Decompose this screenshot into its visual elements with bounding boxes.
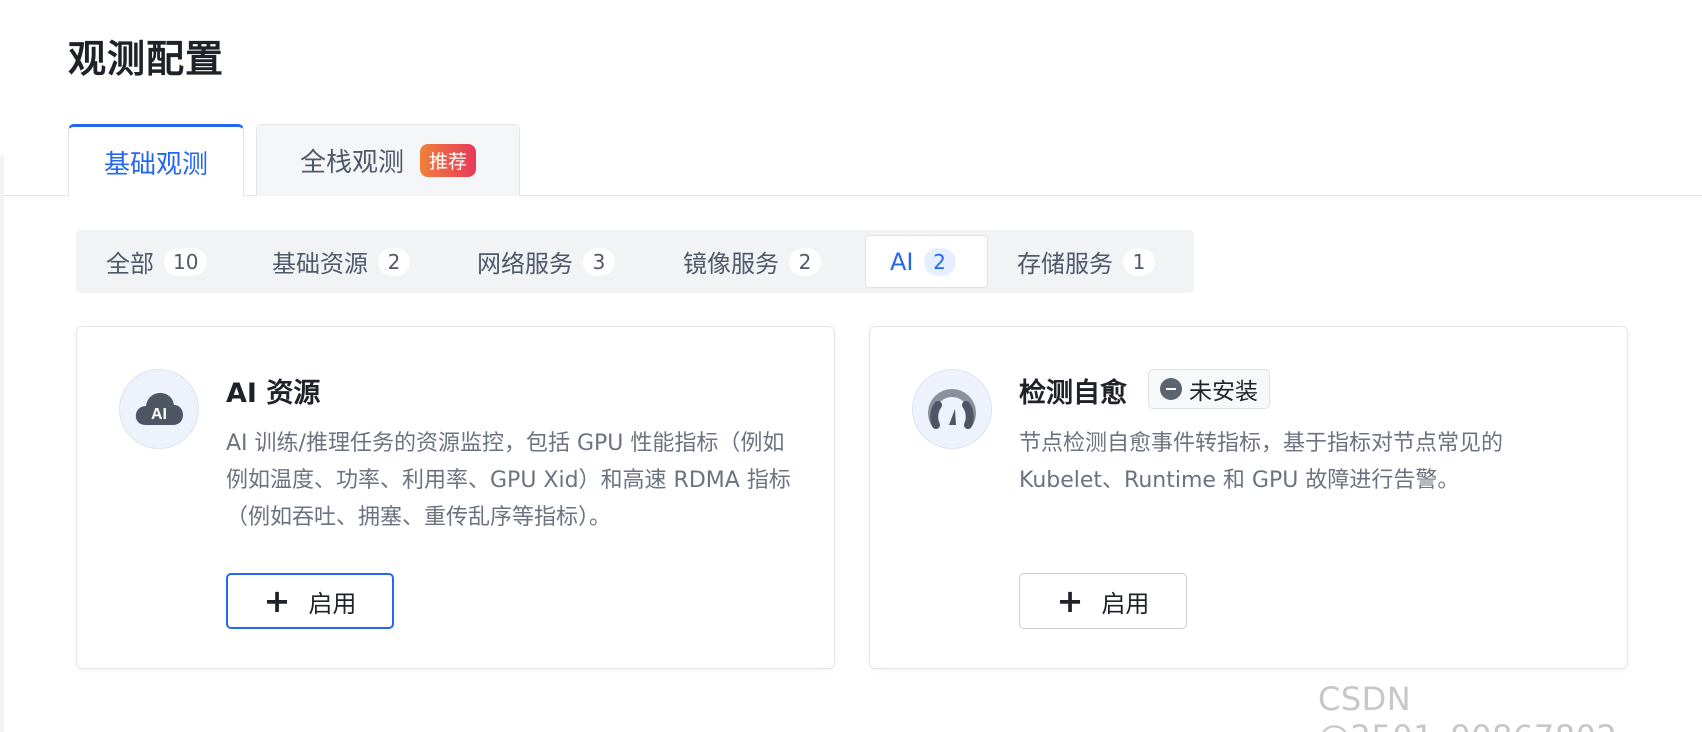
filter-image-services[interactable]: 镜像服务 2 [653,235,837,288]
filter-label: 全部 [106,250,154,278]
filter-label: 网络服务 [477,250,573,278]
card-description: 节点检测自愈事件转指标，基于指标对节点常见的 Kubelet、Runtime 和… [1019,431,1504,493]
enable-button-label: 启用 [308,589,357,618]
enable-button[interactable]: + 启用 [1019,573,1187,629]
card-description: AI 训练/推理任务的资源监控，包括 GPU 性能指标（例如例如温度、功率、利用… [226,431,791,530]
tab-basic-observation[interactable]: 基础观测 [68,124,244,197]
filter-count: 1 [1123,247,1155,276]
filter-network-services[interactable]: 网络服务 3 [447,235,631,288]
plus-icon: + [263,582,291,620]
left-edge-divider [0,155,4,732]
ai-cloud-icon: AI [119,369,199,449]
tab-label: 全栈观测 [299,148,404,178]
filter-count: 2 [378,247,410,276]
filter-storage-services[interactable]: 存储服务 1 [987,235,1171,288]
filter-count: 10 [164,247,208,276]
enable-button[interactable]: + 启用 [226,573,394,629]
minus-circle-icon [1160,378,1182,400]
card-detection-self-healing: 检测自愈 未安装 节点检测自愈事件转指标，基于指标对节点常见的 Kubelet、… [869,326,1628,669]
plus-icon: + [1056,582,1084,620]
enable-button-label: 启用 [1101,589,1150,618]
tab-label: 基础观测 [103,149,208,180]
filter-all[interactable]: 全部 10 [76,235,223,288]
filter-label: 镜像服务 [683,250,779,278]
status-badge: 未安装 [1148,369,1270,409]
filter-ai[interactable]: AI 2 [865,235,988,288]
filter-label: AI [890,247,914,276]
gauge-icon [912,369,992,449]
card-title: 检测自愈 [1019,378,1127,409]
filter-basic-resources[interactable]: 基础资源 2 [242,235,426,288]
tab-full-stack-observation[interactable]: 全栈观测 推荐 [256,124,520,196]
filter-count: 2 [923,247,956,276]
observation-tabs: 基础观测 全栈观测 推荐 [4,124,1702,197]
filter-label: 基础资源 [272,250,368,278]
card-title: AI 资源 [226,378,321,409]
category-filter-bar: 全部 10 基础资源 2 网络服务 3 镜像服务 2 AI 2 存储服务 1 [76,230,1194,293]
status-label: 未安装 [1189,379,1258,405]
watermark: CSDN @2501_90867802 [1318,680,1617,732]
recommended-badge: 推荐 [420,144,477,177]
page-title: 观测配置 [68,37,225,81]
filter-count: 3 [583,247,615,276]
filter-label: 存储服务 [1017,250,1113,278]
filter-count: 2 [789,247,821,276]
ai-icon-text: AI [151,406,167,423]
card-ai-resources: AI AI 资源 AI 训练/推理任务的资源监控，包括 GPU 性能指标（例如例… [76,326,835,669]
